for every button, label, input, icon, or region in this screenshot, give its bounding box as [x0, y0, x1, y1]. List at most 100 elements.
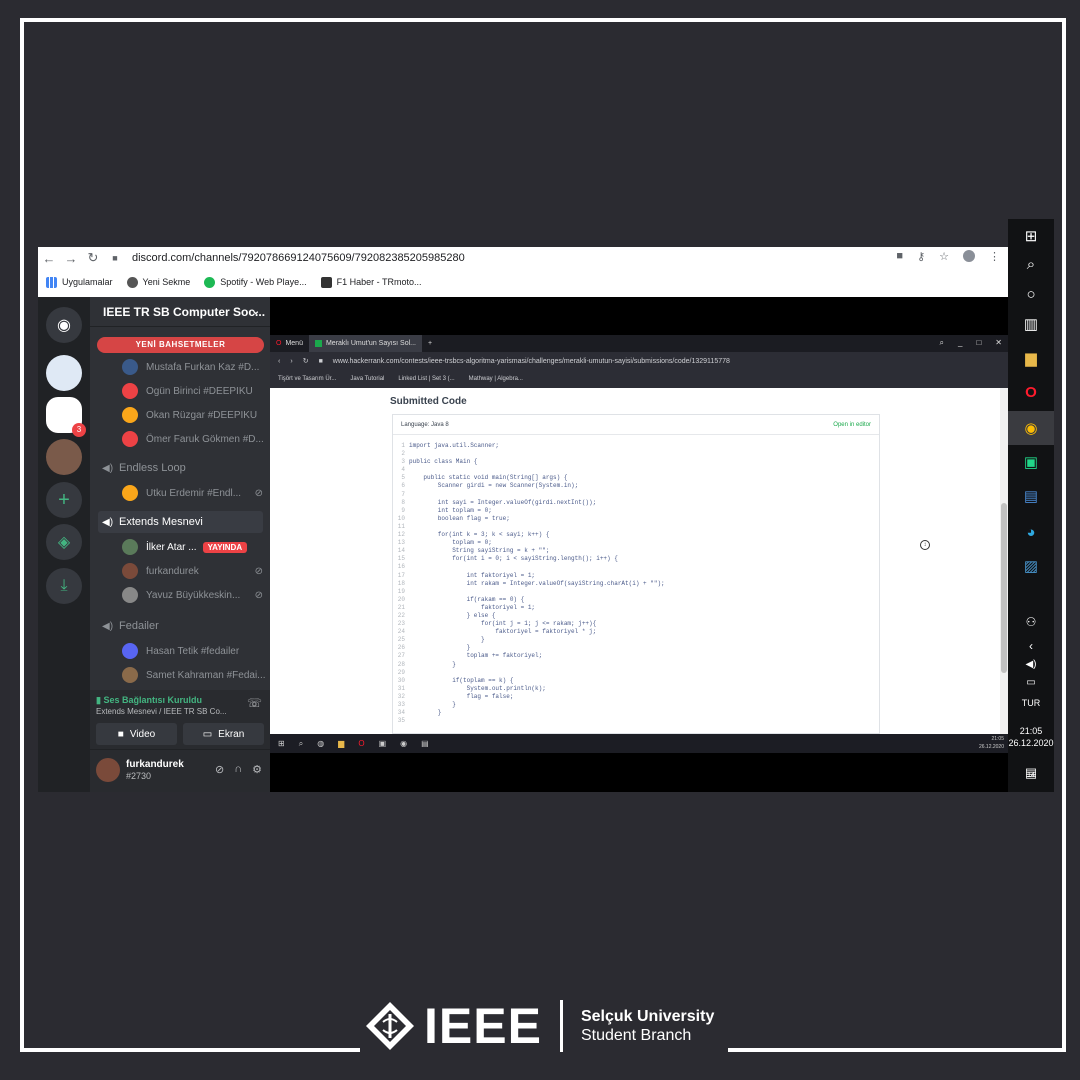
line-number: 6 [401, 482, 405, 490]
video-button[interactable]: ■ Video [96, 723, 177, 745]
line-number: 7 [401, 490, 405, 498]
windows-start-icon[interactable]: ⊞ [278, 739, 285, 748]
back-arrow-icon[interactable]: ← [38, 251, 60, 266]
page-scrollbar[interactable] [1000, 388, 1008, 734]
open-in-editor-link[interactable]: Open in editor [833, 415, 871, 435]
key-icon[interactable]: ⚷ [917, 250, 925, 263]
download-apps-button[interactable]: ⤓ [46, 568, 82, 604]
close-icon[interactable]: ✕ [995, 338, 1002, 348]
star-icon[interactable]: ☆ [939, 250, 949, 263]
frame-left-line [20, 18, 24, 1052]
mute-mic-icon[interactable]: ⊘ [215, 763, 224, 776]
line-number: 10 [397, 514, 405, 522]
app-icon[interactable]: ◍ [317, 739, 324, 748]
edge-icon[interactable]: ◕ [1008, 515, 1054, 549]
bookmark-f1[interactable]: F1 Haber - TRmoto... [320, 276, 421, 288]
code-text: faktoriyel = faktoriyel * j; [409, 628, 597, 636]
opera-icon[interactable]: O [1008, 375, 1054, 409]
cortana-icon[interactable]: ○ [1008, 277, 1054, 311]
bookmark-spotify[interactable]: Spotify - Web Playe... [204, 276, 307, 288]
guild-header[interactable]: IEEE TR SB Computer Soc... ⌄ [90, 297, 270, 327]
add-server-button[interactable]: + [46, 482, 82, 518]
folder-icon[interactable]: ▆ [338, 739, 344, 748]
voice-user[interactable]: Utku Erdemir #Endl... ⊘ [122, 483, 267, 503]
user-avatar [122, 407, 138, 423]
app-icon[interactable]: ◉ [400, 739, 407, 748]
server-computer-society-icon[interactable]: 3 [46, 397, 86, 437]
app-icon[interactable]: ▤ [421, 739, 429, 748]
ieee-diamond-logo-icon [364, 1000, 416, 1052]
clock-time[interactable]: 21:05 [1008, 726, 1054, 736]
shared-screen[interactable]: O Menü Meraklı Umut'un Sayısı Sol... + ⌕ … [270, 335, 1008, 753]
maximize-icon[interactable]: □ [976, 338, 981, 348]
opera-icon[interactable]: O [358, 739, 364, 748]
voice-user[interactable]: Yavuz Büyükkeskin... ⊘ [122, 585, 267, 605]
voice-channel-fedailer[interactable]: ◀) Fedailer [98, 615, 263, 637]
bookmark-apps[interactable]: Uygulamalar [46, 276, 113, 288]
server-community-icon[interactable] [46, 439, 82, 475]
reload-icon[interactable]: ↻ [303, 357, 309, 365]
language-label: Language: Java 8 [401, 422, 449, 428]
forward-arrow-icon[interactable]: › [290, 358, 292, 365]
scroll-cursor-icon: ↕ [920, 540, 930, 550]
chrome-icon[interactable]: ◉ [1008, 411, 1054, 445]
bookmark-label: Spotify - Web Playe... [220, 277, 307, 287]
screen-share-button[interactable]: ▭ Ekran [183, 723, 264, 745]
app-icon[interactable]: ▣ [379, 739, 387, 748]
voice-channel-endless-loop[interactable]: ◀) Endless Loop [98, 457, 263, 479]
voice-user[interactable]: Ogün Birinci #DEEPIKU [122, 381, 267, 401]
browser-tab[interactable]: Meraklı Umut'un Sayısı Sol... [308, 335, 423, 352]
reload-icon[interactable]: ↻ [82, 250, 104, 266]
bookmark[interactable]: Mathway | Algebra... [469, 376, 523, 382]
devc-icon[interactable]: ▤ [1008, 479, 1054, 513]
input-language[interactable]: TUR [1008, 698, 1054, 708]
photos-icon[interactable]: ▨ [1008, 549, 1054, 583]
avatar[interactable] [96, 758, 120, 782]
bookmark[interactable]: Java Tutorial [350, 376, 384, 382]
voice-channel-name: Endless Loop [119, 462, 186, 474]
lock-icon[interactable]: ■ [104, 253, 126, 263]
voice-user[interactable]: Samet Kahraman #Fedai... [122, 665, 267, 685]
battery-icon[interactable]: ▭ [1008, 665, 1054, 699]
forward-arrow-icon[interactable]: → [60, 251, 82, 266]
search-icon[interactable]: ⌕ [1008, 247, 1054, 281]
voice-user[interactable]: Ömer Faruk Gökmen #D... [122, 429, 267, 449]
voice-user[interactable]: Mustafa Furkan Kaz #D... [122, 357, 267, 377]
address-bar[interactable]: discord.com/channels/792078669124075609/… [132, 252, 465, 264]
line-number: 17 [397, 571, 405, 579]
discord-home-button[interactable]: ◉ [46, 307, 82, 343]
profile-avatar-icon[interactable] [963, 250, 975, 262]
line-number: 34 [397, 709, 405, 717]
server-ieee-icon[interactable] [46, 355, 82, 391]
stream-url[interactable]: www.hackerrank.com/contests/ieee-trsbcs-… [333, 358, 730, 365]
opera-menu-tab[interactable]: O Menü [270, 335, 309, 352]
explore-servers-button[interactable]: ◈ [46, 524, 82, 560]
disconnect-icon[interactable]: ☏ [247, 696, 262, 710]
bookmark-new-tab[interactable]: Yeni Sekme [126, 276, 190, 288]
search-icon[interactable]: ⌕ [299, 739, 303, 749]
voice-channel-extends-mesnevi[interactable]: ◀) Extends Mesnevi [98, 511, 263, 533]
headphones-icon[interactable]: ∩ [234, 763, 242, 776]
voice-user-streaming[interactable]: İlker Atar ... YAYINDA [122, 537, 267, 557]
file-explorer-icon[interactable]: ▆ [1008, 341, 1054, 375]
task-view-icon[interactable]: ▥ [1008, 307, 1054, 341]
more-menu-icon[interactable]: ⋮ [989, 250, 1000, 263]
camera-icon[interactable]: ■ [896, 250, 903, 263]
clock-date[interactable]: 26.12.2020 [1008, 738, 1054, 748]
new-mentions-banner[interactable]: YENİ BAHSETMELER [97, 337, 264, 353]
line-number: 14 [397, 547, 405, 555]
code-line: 35 [393, 717, 879, 725]
back-arrow-icon[interactable]: ‹ [278, 358, 280, 365]
bookmark[interactable]: Linked List | Set 3 (... [398, 376, 454, 382]
minimize-icon[interactable]: _ [958, 338, 962, 348]
scroll-thumb[interactable] [1001, 503, 1007, 673]
pycharm-icon[interactable]: ▣ [1008, 445, 1054, 479]
new-tab-button[interactable]: + [422, 335, 438, 352]
gear-icon[interactable]: ⚙ [252, 763, 262, 776]
voice-user[interactable]: Okan Rüzgar #DEEPIKU [122, 405, 267, 425]
bookmark[interactable]: Tişört ve Tasarım Ür... [278, 376, 336, 382]
search-icon[interactable]: ⌕ [940, 338, 944, 348]
voice-user[interactable]: Hasan Tetik #fedailer [122, 641, 267, 661]
voice-user[interactable]: furkandurek ⊘ [122, 561, 267, 581]
speaker-icon: ◀) [102, 516, 114, 528]
